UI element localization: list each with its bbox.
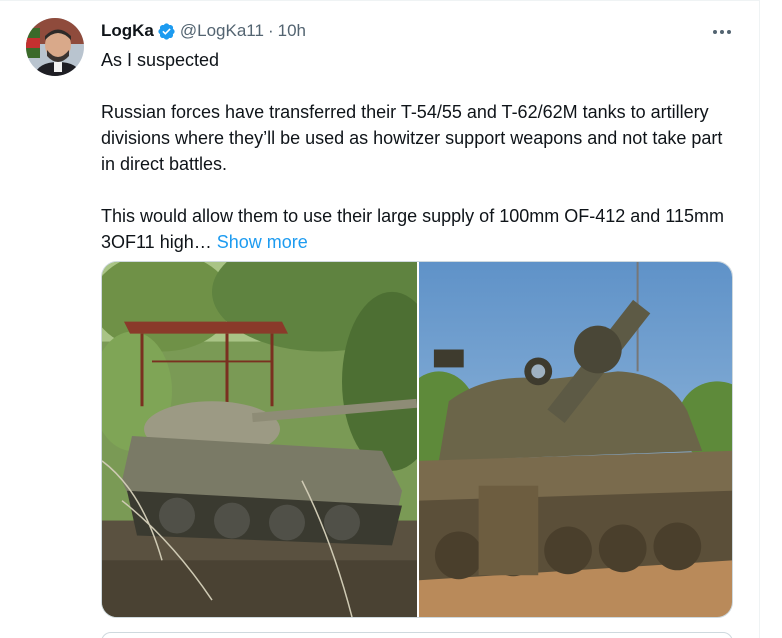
tweet-card[interactable]: LogKa @LogKa11 · 10h As I suspected Russ… bbox=[0, 0, 760, 638]
tweet-header: LogKa @LogKa11 · 10h bbox=[101, 19, 306, 43]
more-dot bbox=[727, 30, 731, 34]
more-dot bbox=[713, 30, 717, 34]
avatar[interactable] bbox=[26, 18, 84, 76]
media-grid[interactable] bbox=[101, 261, 733, 618]
timestamp[interactable]: 10h bbox=[278, 21, 306, 41]
tank-photo-right[interactable] bbox=[419, 262, 732, 617]
tweet-text: As I suspected Russian forces have trans… bbox=[101, 47, 741, 255]
more-horizontal-icon[interactable] bbox=[707, 22, 737, 42]
more-dot bbox=[720, 30, 724, 34]
author-name[interactable]: LogKa bbox=[101, 21, 154, 41]
tank-photo-left[interactable] bbox=[102, 262, 417, 617]
tweet-text-line: As I suspected bbox=[101, 50, 220, 70]
verified-badge-icon bbox=[157, 22, 176, 41]
show-more-link[interactable]: Show more bbox=[217, 232, 308, 252]
tweet-text-paragraph: This would allow them to use their large… bbox=[101, 203, 741, 255]
separator-dot: · bbox=[267, 21, 274, 40]
next-card-edge bbox=[101, 632, 733, 638]
author-handle[interactable]: @LogKa11 bbox=[180, 21, 264, 41]
divider bbox=[0, 0, 760, 1]
tweet-text-line: Russian forces have transferred their T-… bbox=[101, 102, 723, 174]
tweet-text-line: This would allow them to use their large… bbox=[101, 206, 724, 252]
